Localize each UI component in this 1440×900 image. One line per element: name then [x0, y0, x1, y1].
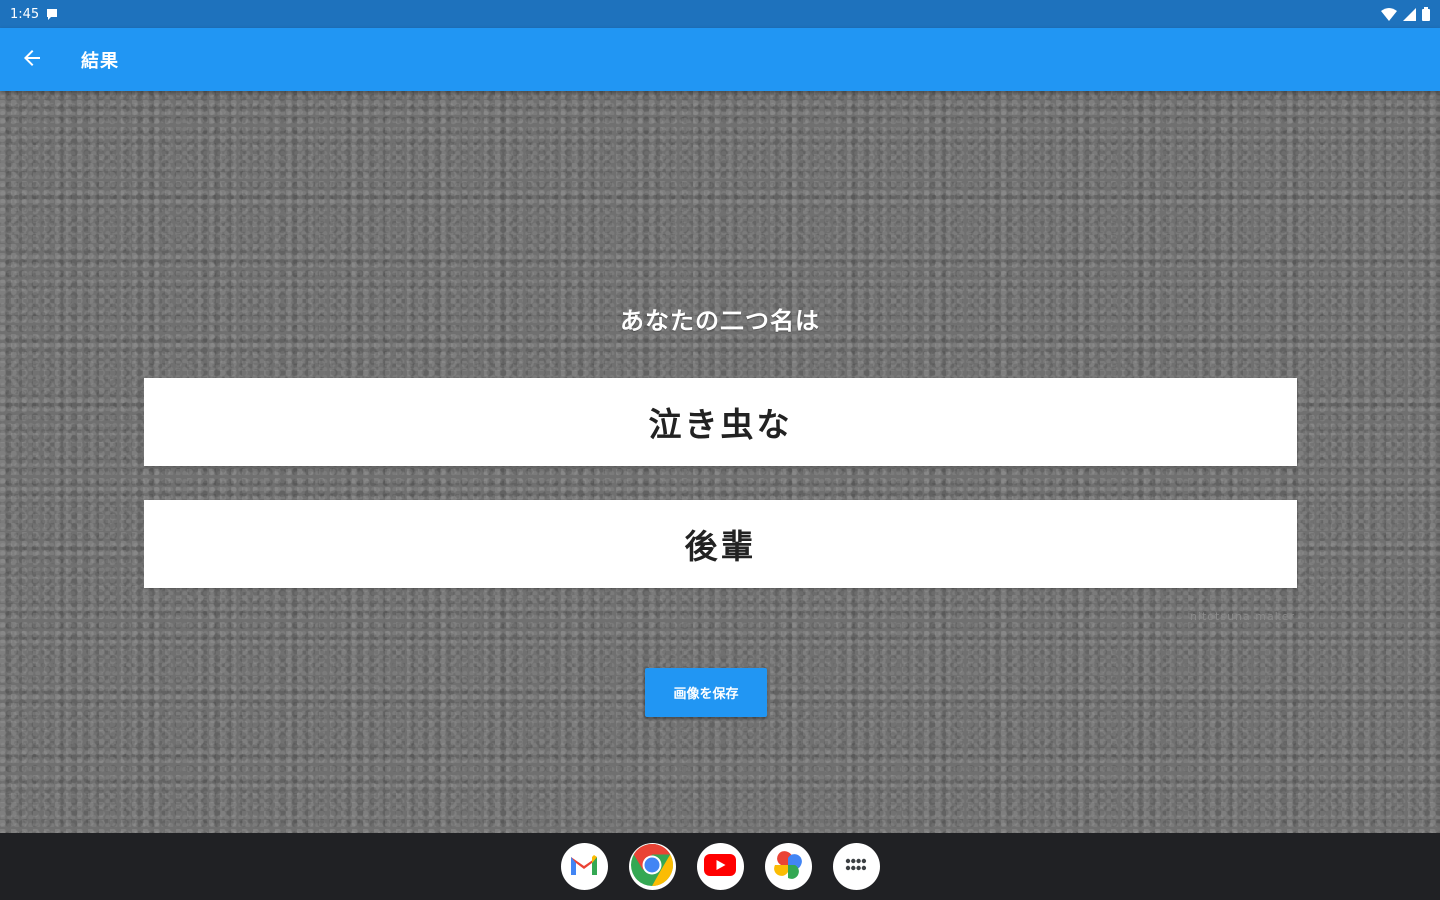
- taskbar: [0, 833, 1440, 900]
- photos-app-button[interactable]: [764, 843, 812, 890]
- name-part-first: 泣き虫な: [144, 378, 1297, 466]
- name-part-first-text: 泣き虫な: [648, 405, 793, 444]
- save-image-button[interactable]: 画像を保存: [645, 668, 767, 717]
- result-prompt: あなたの二つ名は: [620, 307, 820, 335]
- chrome-app-button[interactable]: [628, 843, 676, 891]
- status-time: 1:45: [10, 6, 40, 22]
- chat-bubble-icon: [45, 7, 59, 21]
- app-launcher-button[interactable]: [832, 843, 880, 890]
- screen: 1:45 結果 あなたの二つ名は 泣き虫な 後輩 nitotsuna maker…: [0, 0, 1440, 900]
- watermark: nitotsuna maker: [1189, 610, 1295, 623]
- app-bar: 結果: [0, 28, 1440, 91]
- photos-icon: [773, 850, 803, 884]
- youtube-icon: [704, 853, 736, 881]
- status-left: 1:45: [10, 7, 59, 22]
- wifi-icon: [1381, 7, 1397, 21]
- gmail-app-button[interactable]: [560, 843, 608, 890]
- arrow-left-icon: [22, 48, 42, 72]
- back-button[interactable]: [0, 28, 64, 91]
- result-content: あなたの二つ名は 泣き虫な 後輩 nitotsuna maker 画像を保存: [0, 91, 1440, 833]
- chrome-icon: [630, 843, 674, 891]
- status-right: [1381, 7, 1430, 21]
- page-title: 結果: [81, 50, 119, 72]
- battery-icon: [1422, 7, 1430, 21]
- app-launcher-icon: [845, 857, 867, 876]
- youtube-app-button[interactable]: [696, 843, 744, 890]
- status-bar: 1:45: [0, 0, 1440, 28]
- signal-icon: [1403, 7, 1416, 21]
- name-part-second-text: 後輩: [684, 527, 757, 566]
- gmail-icon: [569, 853, 599, 881]
- name-part-second: 後輩: [144, 500, 1297, 588]
